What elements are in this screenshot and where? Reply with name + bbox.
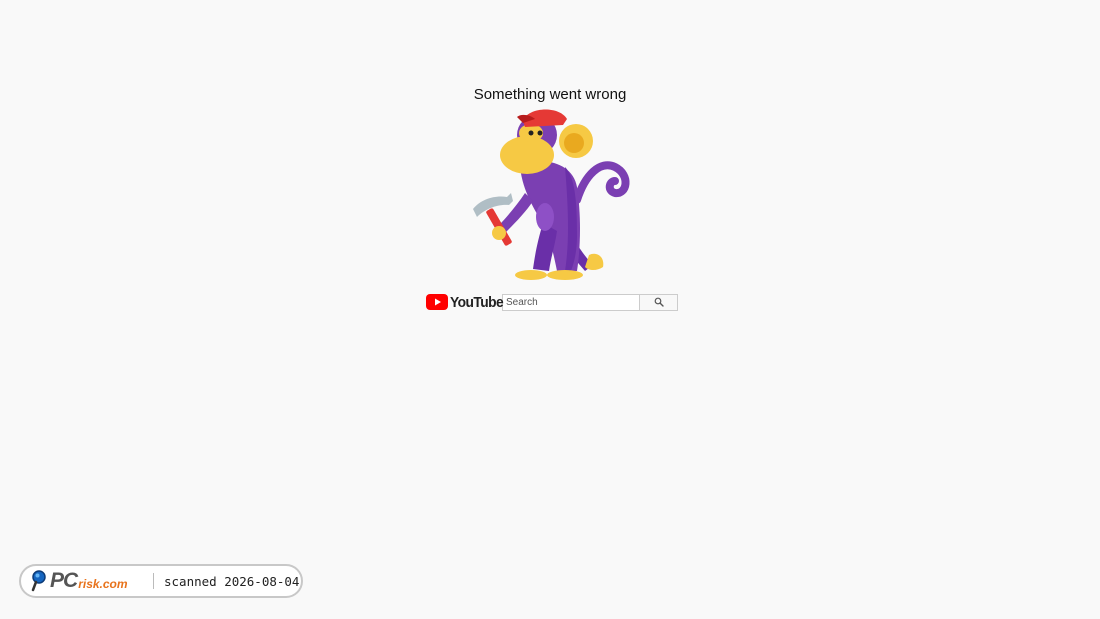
error-message: Something went wrong xyxy=(473,86,627,103)
pcrisk-brand-suffix: risk.com xyxy=(78,577,128,591)
pcrisk-brand-prefix: PC xyxy=(50,569,78,592)
scanned-date: scanned 2026-08-04 xyxy=(164,573,300,589)
pcrisk-logo: PC risk.com xyxy=(31,569,143,593)
youtube-wordmark: YouTube xyxy=(450,293,504,311)
search-button[interactable] xyxy=(640,293,678,311)
search-icon xyxy=(654,297,664,307)
pcrisk-watermark: PC risk.com scanned 2026-08-04 xyxy=(19,564,303,598)
search-row: YouTube xyxy=(426,293,678,311)
error-page: Something went wrong YouTube Search PC r… xyxy=(0,0,1100,619)
monkey-with-hammer-illustration xyxy=(473,109,630,280)
youtube-play-icon xyxy=(426,294,448,310)
youtube-logo[interactable]: YouTube xyxy=(426,293,504,311)
search-input[interactable] xyxy=(502,293,640,311)
watermark-divider xyxy=(153,573,154,589)
magnifier-icon xyxy=(31,570,46,592)
